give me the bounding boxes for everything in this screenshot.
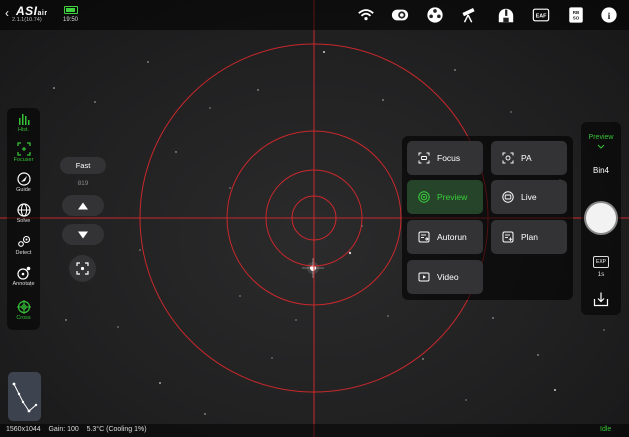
- rb-so-icon[interactable]: RB SO: [566, 5, 586, 25]
- capture-panel: Preview Bin4 EXP 1s: [581, 122, 621, 315]
- mode-preview-button[interactable]: Preview: [407, 180, 483, 214]
- mode-label: Focus: [437, 153, 461, 163]
- globe-icon: [16, 203, 31, 217]
- brand-main: ASI: [16, 4, 38, 18]
- camera-status-icon[interactable]: [390, 5, 410, 25]
- exposure-value[interactable]: 1s: [581, 271, 621, 278]
- constellation-icon: [12, 382, 38, 413]
- info-icon-label: i: [608, 11, 611, 22]
- sidebar-item-label: Focuser: [13, 157, 34, 163]
- plan-icon: [502, 231, 514, 243]
- focuser-position: 819: [77, 180, 89, 187]
- histogram-icon: [18, 114, 29, 125]
- battery-icon: [64, 6, 78, 14]
- focuser-panel: Fast 819: [58, 157, 108, 282]
- focuser-icon: [16, 142, 31, 156]
- save-image-icon[interactable]: [593, 291, 609, 307]
- mode-live-button[interactable]: Live: [491, 180, 567, 214]
- autorun-icon: [418, 231, 430, 243]
- eaf-icon-label: EAF: [536, 13, 547, 19]
- status-gain: Gain: 100: [48, 426, 79, 433]
- mode-label: Video: [437, 272, 459, 282]
- mode-autorun-button[interactable]: Autorun: [407, 220, 483, 254]
- annotate-icon: [16, 266, 30, 280]
- observatory-icon[interactable]: [496, 5, 516, 25]
- video-icon: [418, 272, 430, 282]
- mode-pa-button[interactable]: PA: [491, 141, 567, 175]
- status-state: Idle: [600, 426, 612, 433]
- rb-label: RB: [573, 10, 580, 15]
- mode-selector-panel: Focus PA Preview Live Autorun Plan Video: [402, 136, 573, 300]
- current-mode-label[interactable]: Preview: [581, 134, 621, 141]
- guide-icon: [16, 172, 31, 186]
- filter-wheel-icon[interactable]: [425, 5, 445, 25]
- mode-label: Autorun: [437, 232, 467, 242]
- mode-plan-button[interactable]: Plan: [491, 220, 567, 254]
- arrow-up-icon: [78, 202, 88, 209]
- mode-label: Live: [521, 192, 537, 202]
- sidebar-item-label: Hist.: [18, 127, 29, 133]
- polar-align-icon: [502, 152, 514, 164]
- app-version: 2.1.1(10.74): [12, 17, 42, 23]
- sidebar-item-label: Detect: [15, 250, 32, 256]
- star-map-thumbnail[interactable]: [8, 372, 41, 421]
- shutter-button[interactable]: [586, 203, 616, 233]
- sidebar-item-guide[interactable]: Guide: [7, 172, 40, 193]
- so-label: SO: [573, 16, 580, 21]
- sidebar-item-label: Solve: [16, 218, 31, 224]
- app-logo: ASIair: [16, 4, 48, 18]
- status-temperature: 5.3°C (Cooling 1%): [86, 426, 147, 433]
- wifi-icon[interactable]: [356, 5, 376, 25]
- crosshair-icon: [16, 300, 31, 314]
- autofocus-button[interactable]: [69, 255, 96, 282]
- telescope-mount-icon[interactable]: [459, 5, 479, 25]
- sidebar-item-cross[interactable]: Cross: [7, 300, 40, 321]
- focuser-speed-button[interactable]: Fast: [60, 157, 106, 174]
- focus-mode-icon: [418, 152, 430, 164]
- focuser-down-button[interactable]: [62, 224, 104, 245]
- detect-icon: [17, 235, 30, 247]
- status-info: 1560x1044 Gain: 100 5.3°C (Cooling 1%): [6, 426, 147, 433]
- arrow-down-icon: [78, 231, 88, 238]
- mode-label: Preview: [437, 192, 468, 202]
- clock: 19:50: [63, 17, 79, 23]
- sidebar-item-solve[interactable]: Solve: [7, 203, 40, 224]
- sidebar-item-hist[interactable]: Hist.: [7, 112, 40, 133]
- preview-mode-icon: [418, 191, 430, 203]
- mode-focus-button[interactable]: Focus: [407, 141, 483, 175]
- sidebar-item-focuser[interactable]: Focuser: [7, 142, 40, 163]
- autofocus-icon: [76, 262, 89, 275]
- sidebar-item-annotate[interactable]: Annotate: [7, 266, 40, 287]
- status-resolution: 1560x1044: [6, 426, 41, 433]
- chevron-down-icon: [597, 144, 605, 149]
- sidebar-item-label: Annotate: [12, 281, 35, 287]
- eaf-icon[interactable]: EAF: [531, 5, 551, 25]
- brand-sub: air: [37, 10, 48, 17]
- mode-label: PA: [521, 153, 532, 163]
- sidebar-item-label: Guide: [16, 187, 31, 193]
- info-icon[interactable]: i: [599, 5, 619, 25]
- mode-video-button[interactable]: Video: [407, 260, 483, 294]
- exposure-icon[interactable]: EXP: [593, 256, 609, 268]
- live-mode-icon: [502, 191, 514, 203]
- left-tool-bar: Hist. Focuser Guide Solve Detect Annotat…: [7, 108, 40, 330]
- mode-label: Plan: [521, 232, 539, 242]
- focuser-up-button[interactable]: [62, 195, 104, 216]
- sidebar-item-label: Cross: [16, 315, 31, 321]
- binning-selector[interactable]: Bin4: [581, 166, 621, 175]
- back-chevron-icon[interactable]: ‹: [5, 6, 9, 20]
- sidebar-item-detect[interactable]: Detect: [7, 235, 40, 256]
- top-bar: ‹ ASIair 2.1.1(10.74) 19:50 EAF RB SO i: [0, 0, 629, 30]
